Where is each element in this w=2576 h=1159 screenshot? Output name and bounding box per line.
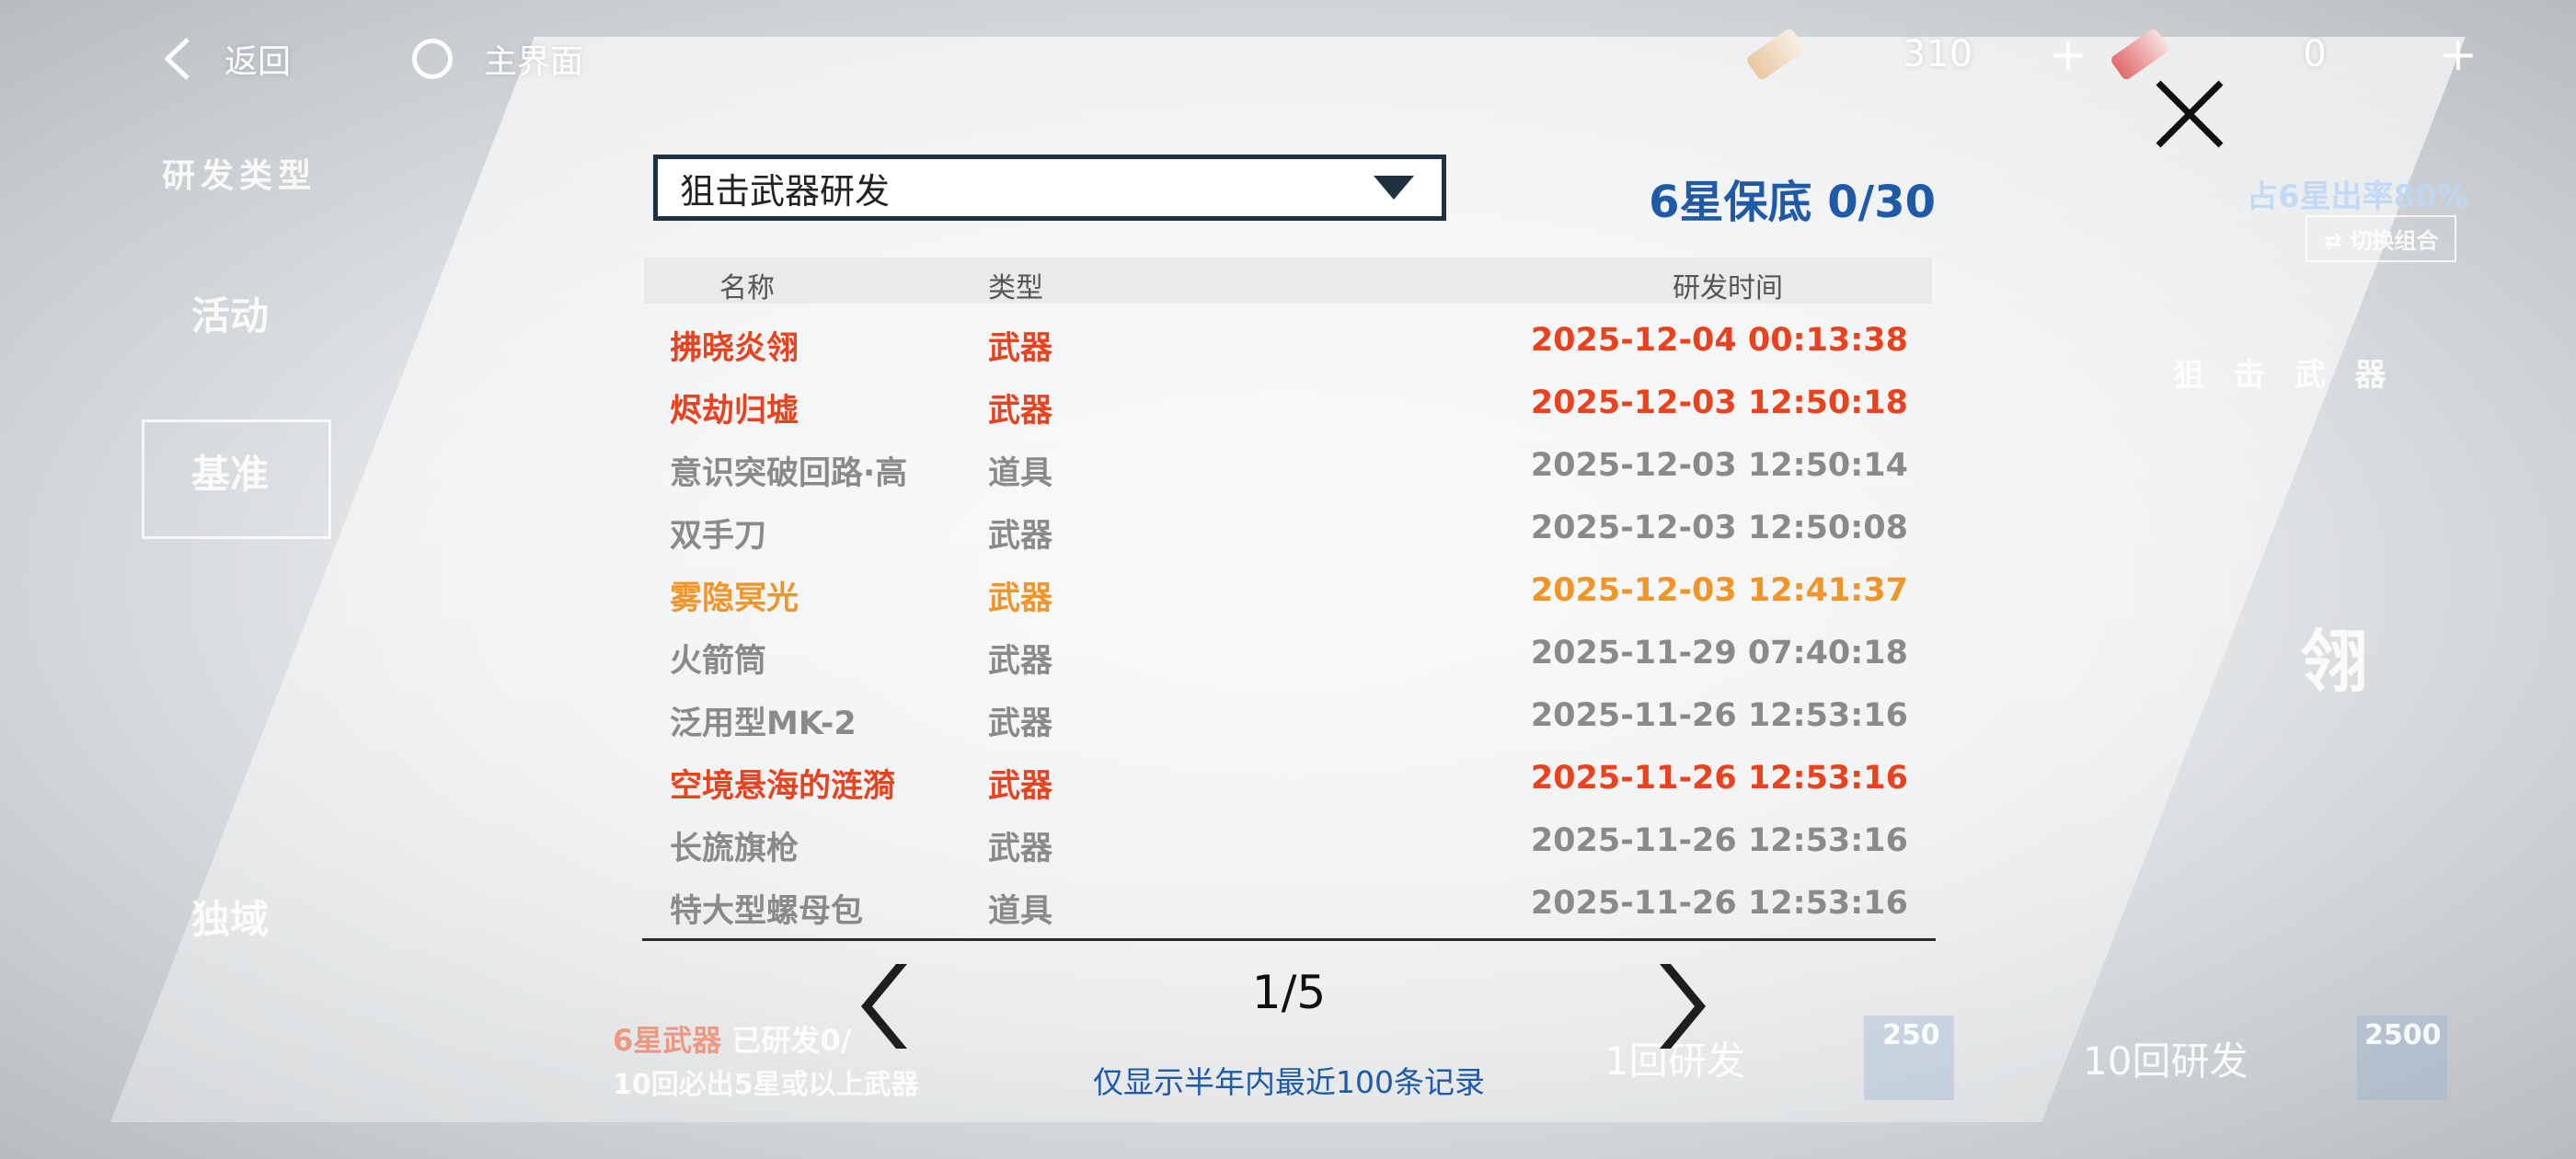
bg-ten-pull[interactable]: 10回研发 bbox=[2083, 1030, 2248, 1086]
bg-right-big: 翎 bbox=[2300, 623, 2368, 702]
table-row: 烬劫归墟 武器 2025-12-03 12:50:18 bbox=[644, 373, 1932, 436]
record-type: 武器 bbox=[988, 330, 1053, 367]
bg-right-title: 狙 击 武 器 bbox=[2173, 357, 2396, 394]
table-row: 雾隐冥光 武器 2025-12-03 12:41:37 bbox=[644, 561, 1932, 624]
record-type: 道具 bbox=[988, 455, 1053, 492]
ring-icon bbox=[412, 39, 453, 79]
table-row: 泛用型MK-2 武器 2025-11-26 12:53:16 bbox=[644, 686, 1932, 749]
record-type: 武器 bbox=[988, 831, 1053, 867]
currency-1: 310 + bbox=[1744, 27, 2096, 82]
record-name: 泛用型MK-2 bbox=[670, 706, 857, 742]
record-type: 武器 bbox=[988, 518, 1053, 555]
table-row: 意识突破回路·高 道具 2025-12-03 12:50:14 bbox=[644, 436, 1932, 499]
currency-1-add-button[interactable]: + bbox=[2041, 31, 2096, 77]
table-row: 火箭筒 武器 2025-11-29 07:40:18 bbox=[644, 624, 1932, 686]
record-name: 空境悬海的涟漪 bbox=[670, 768, 896, 805]
currency-2-value: 0 bbox=[2303, 33, 2327, 75]
record-time: 2025-11-26 12:53:16 bbox=[1530, 697, 1908, 734]
next-page-button[interactable] bbox=[1652, 960, 1708, 1052]
record-time: 2025-12-03 12:50:18 bbox=[1530, 384, 1908, 421]
back-label: 返回 bbox=[224, 43, 292, 81]
table-header: 名称 类型 研发时间 bbox=[644, 258, 1932, 304]
table-row: 特大型螺母包 道具 2025-11-26 12:53:16 bbox=[644, 874, 1932, 936]
history-modal: 狙击武器研发 6星保底 0/30 名称 类型 研发时间 拂晓炎翎 武器 2025-1… bbox=[642, 147, 1936, 1113]
currency-2-add-button[interactable]: + bbox=[2431, 31, 2486, 77]
banner-select-value: 狙击武器研发 bbox=[680, 170, 891, 212]
bg-switch-combo-label: 切换组合 bbox=[2350, 228, 2439, 254]
record-name: 烬劫归墟 bbox=[670, 393, 799, 430]
record-name: 拂晓炎翎 bbox=[670, 330, 799, 367]
table-row: 长旒旗枪 武器 2025-11-26 12:53:16 bbox=[644, 811, 1932, 874]
record-time: 2025-12-04 00:13:38 bbox=[1530, 322, 1908, 359]
record-name: 雾隐冥光 bbox=[670, 580, 799, 617]
record-name: 特大型螺母包 bbox=[670, 893, 864, 930]
record-type: 武器 bbox=[988, 580, 1053, 617]
bg-section-title: 研发类型 bbox=[162, 157, 317, 195]
currency-1-icon bbox=[1744, 27, 1807, 82]
table-row: 拂晓炎翎 武器 2025-12-04 00:13:38 bbox=[644, 311, 1932, 373]
header-time: 研发时间 bbox=[1673, 272, 1783, 304]
record-time: 2025-12-03 12:50:14 bbox=[1530, 447, 1908, 484]
currency-2-icon bbox=[2109, 27, 2171, 82]
record-name: 意识突破回路·高 bbox=[670, 455, 908, 492]
pagination: 1/5 bbox=[642, 957, 1936, 1067]
record-time: 2025-11-26 12:53:16 bbox=[1530, 822, 1908, 859]
record-name: 长旒旗枪 bbox=[670, 831, 799, 867]
page-indicator: 1/5 bbox=[1251, 966, 1327, 1019]
record-time: 2025-12-03 12:50:08 bbox=[1530, 510, 1908, 546]
close-button[interactable] bbox=[2153, 77, 2226, 151]
bg-tab-exclusive: 独域 bbox=[191, 897, 270, 942]
currency-1-value: 310 bbox=[1902, 33, 1973, 75]
bg-ten-cost: 2500 bbox=[2357, 1016, 2447, 1100]
home-button[interactable]: 主界面 bbox=[412, 35, 583, 83]
record-time: 2025-11-29 07:40:18 bbox=[1530, 635, 1908, 671]
record-time: 2025-11-26 12:53:16 bbox=[1530, 885, 1908, 922]
record-type: 武器 bbox=[988, 706, 1053, 742]
record-time: 2025-11-26 12:53:16 bbox=[1530, 760, 1908, 797]
bg-banner-rate: 占6星出率80% bbox=[2247, 178, 2469, 215]
bg-switch-combo[interactable]: ⇄ 切换组合 bbox=[2306, 215, 2457, 262]
record-type: 武器 bbox=[988, 768, 1053, 805]
record-type: 武器 bbox=[988, 643, 1053, 680]
pity-counter: 6星保底 0/30 bbox=[1649, 177, 1936, 228]
record-type: 武器 bbox=[988, 393, 1053, 430]
bg-tab-standard-label: 基准 bbox=[191, 452, 270, 497]
currency-2: 0 + bbox=[2109, 27, 2486, 82]
records-note: 仅显示半年内最近100条记录 bbox=[1093, 1064, 1485, 1100]
banner-select[interactable]: 狙击武器研发 bbox=[653, 155, 1446, 221]
chevron-left-icon bbox=[164, 38, 190, 80]
record-type: 道具 bbox=[988, 893, 1053, 930]
table-row: 双手刀 武器 2025-12-03 12:50:08 bbox=[644, 499, 1932, 561]
header-name: 名称 bbox=[719, 272, 775, 304]
table-row: 空境悬海的涟漪 武器 2025-11-26 12:53:16 bbox=[644, 749, 1932, 811]
bg-tab-active: 活动 bbox=[191, 293, 270, 339]
triangle-down-icon bbox=[1374, 176, 1414, 200]
header-type: 类型 bbox=[988, 272, 1043, 304]
records-list: 拂晓炎翎 武器 2025-12-04 00:13:38 烬劫归墟 武器 2025-12-0… bbox=[644, 311, 1932, 936]
close-icon bbox=[2156, 80, 2224, 148]
record-time: 2025-12-03 12:41:37 bbox=[1530, 572, 1908, 609]
home-label: 主界面 bbox=[484, 43, 584, 81]
bg-ten-cost-value: 2500 bbox=[2364, 1019, 2442, 1051]
record-name: 火箭筒 bbox=[670, 643, 767, 680]
back-button[interactable]: 返回 bbox=[162, 35, 291, 83]
switch-icon: ⇄ bbox=[2324, 228, 2351, 254]
record-name: 双手刀 bbox=[670, 518, 767, 555]
table-divider bbox=[642, 938, 1936, 941]
